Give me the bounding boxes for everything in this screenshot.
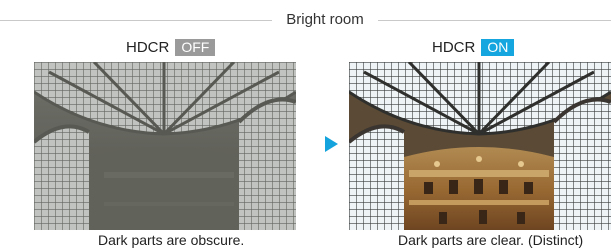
play-arrow-icon	[325, 136, 338, 152]
hdcr-off-image	[34, 62, 296, 230]
divider-left	[0, 20, 272, 21]
hdcr-off-label-group: HDCR OFF	[126, 38, 216, 56]
hdcr-on-label-group: HDCR ON	[432, 38, 515, 56]
hdcr-off-caption: Dark parts are obscure.	[98, 232, 245, 248]
on-badge: ON	[481, 38, 515, 56]
section-header: Bright room	[0, 8, 611, 32]
off-badge: OFF	[175, 38, 216, 56]
hdcr-on-image	[349, 62, 611, 230]
divider-right	[378, 20, 611, 21]
section-title: Bright room	[286, 11, 364, 28]
hdcr-on-caption: Dark parts are clear. (Distinct)	[398, 232, 584, 248]
hdcr-off-label: HDCR	[126, 38, 170, 56]
hdcr-on-label: HDCR	[432, 38, 476, 56]
